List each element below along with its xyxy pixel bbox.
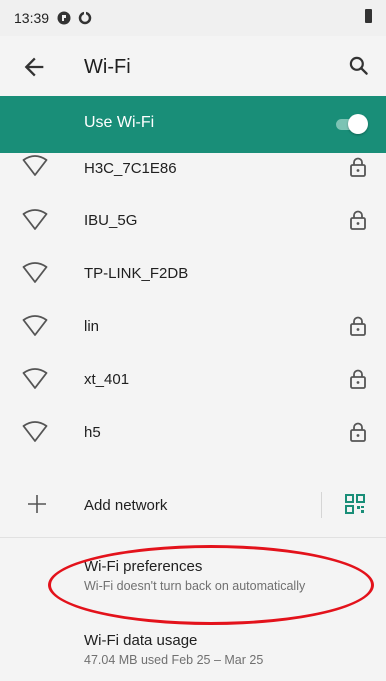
- highlight-annotation: [48, 545, 374, 625]
- use-wifi-row[interactable]: Use Wi-Fi: [0, 96, 386, 153]
- sync-icon: [78, 11, 92, 25]
- divider: [0, 537, 386, 538]
- separator: [321, 492, 322, 518]
- wifi-data-usage-item[interactable]: Wi-Fi data usage 47.04 MB used Feb 25 – …: [84, 632, 374, 667]
- lock-icon: [348, 315, 368, 337]
- network-name: H3C_7C1E86: [84, 160, 177, 177]
- page-title: Wi-Fi: [84, 56, 131, 78]
- status-bar: 13:39: [0, 0, 386, 36]
- search-icon[interactable]: [346, 53, 372, 79]
- notification-icon: [57, 11, 71, 25]
- use-wifi-label: Use Wi-Fi: [84, 114, 155, 131]
- network-list: H3C_7C1E86 IBU_5G TP-LINK_F2DBlin xt_401 h5: [0, 153, 386, 460]
- wifi-toggle[interactable]: [334, 114, 368, 134]
- wifi-signal-icon: [22, 421, 48, 443]
- wifi-signal-icon: [22, 262, 48, 284]
- network-row[interactable]: lin: [0, 301, 386, 354]
- network-name: IBU_5G: [84, 212, 138, 229]
- app-bar: Wi-Fi: [0, 36, 386, 96]
- network-row[interactable]: xt_401: [0, 354, 386, 407]
- battery-icon: [365, 9, 372, 23]
- network-name: xt_401: [84, 371, 130, 388]
- wifi-data-usage-title: Wi-Fi data usage: [84, 632, 198, 649]
- toggle-thumb: [348, 114, 368, 134]
- lock-icon: [348, 368, 368, 390]
- back-arrow-icon[interactable]: [20, 53, 48, 81]
- lock-icon: [348, 209, 368, 231]
- add-icon: [28, 495, 46, 513]
- add-network-label: Add network: [84, 497, 168, 514]
- wifi-signal-icon: [22, 368, 48, 390]
- wifi-signal-icon: [22, 209, 48, 231]
- lock-icon: [348, 421, 368, 443]
- wifi-signal-icon: [22, 155, 48, 177]
- network-name: lin: [84, 318, 100, 335]
- lock-icon: [348, 156, 368, 178]
- wifi-data-usage-subtitle: 47.04 MB used Feb 25 – Mar 25: [84, 653, 264, 667]
- network-name: h5: [84, 424, 101, 441]
- add-network-row[interactable]: Add network: [0, 478, 386, 534]
- wifi-signal-icon: [22, 315, 48, 337]
- qr-code-icon[interactable]: [344, 493, 366, 515]
- network-row[interactable]: IBU_5G: [0, 195, 386, 248]
- status-time: 13:39: [14, 10, 50, 26]
- network-name: TP-LINK_F2DB: [84, 265, 189, 282]
- network-row[interactable]: TP-LINK_F2DB: [0, 248, 386, 301]
- network-row[interactable]: h5: [0, 407, 386, 460]
- network-row[interactable]: H3C_7C1E86: [0, 153, 386, 195]
